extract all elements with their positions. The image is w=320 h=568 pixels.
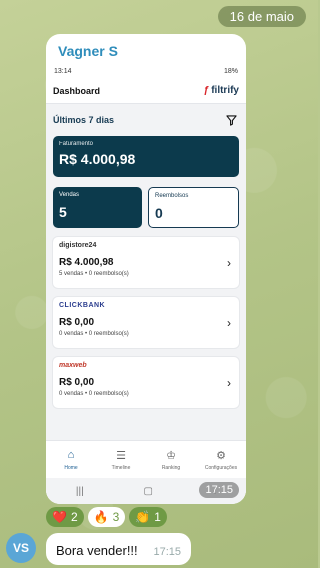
trophy-icon: ♔ bbox=[166, 449, 176, 462]
status-battery: 18% bbox=[223, 67, 238, 75]
platform-card-clickbank[interactable]: CLICKBANK R$ 0,00 0 vendas • 0 reembolso… bbox=[53, 297, 239, 348]
message-text: Bora vender!!! bbox=[56, 543, 138, 558]
nav-ranking[interactable]: ♔ Ranking bbox=[147, 449, 195, 471]
date-badge: 16 de maio bbox=[217, 6, 306, 27]
reaction-heart[interactable]: ❤️ 2 bbox=[46, 507, 84, 527]
platform-value: R$ 0,00 bbox=[59, 377, 95, 388]
reaction-clap[interactable]: 👏 1 bbox=[129, 507, 167, 527]
reaction-count: 2 bbox=[70, 510, 78, 524]
reaction-count: 3 bbox=[112, 510, 120, 524]
nav-settings[interactable]: ⚙ Configurações bbox=[197, 449, 245, 471]
gear-icon: ⚙ bbox=[216, 449, 226, 462]
home-icon: ⌂ bbox=[67, 448, 75, 461]
nav-home[interactable]: ⌂ Home bbox=[47, 449, 95, 471]
chevron-right-icon: › bbox=[227, 376, 231, 390]
chevron-right-icon: › bbox=[227, 316, 231, 330]
refunds-card: Reembolsos 0 bbox=[148, 187, 239, 228]
bottom-nav: ⌂ Home ☰ Timeline ♔ Ranking ⚙ Configuraç… bbox=[46, 440, 246, 478]
nav-timeline[interactable]: ☰ Timeline bbox=[97, 449, 145, 471]
platform-name: digistore24 bbox=[59, 242, 97, 249]
nav-label: Timeline bbox=[111, 464, 131, 471]
platform-name: CLICKBANK bbox=[59, 302, 106, 309]
platform-card-maxweb[interactable]: maxweb R$ 0,00 0 vendas • 0 reembolso(s)… bbox=[53, 357, 239, 408]
sales-value: 5 bbox=[59, 204, 67, 220]
reaction-count: 1 bbox=[154, 510, 161, 524]
refunds-value: 0 bbox=[155, 205, 163, 221]
text-message-bubble[interactable]: Bora vender!!! 17:15 bbox=[46, 533, 191, 565]
home-button-icon: ▢ bbox=[143, 485, 153, 497]
period-header: Últimos 7 dias bbox=[53, 104, 239, 136]
image-timestamp: 17:15 bbox=[199, 482, 239, 498]
revenue-label: Faturamento bbox=[59, 141, 94, 147]
sales-card: Vendas 5 bbox=[53, 187, 142, 228]
refunds-label: Reembolsos bbox=[155, 193, 189, 199]
nav-label: Configurações bbox=[204, 464, 238, 471]
clap-icon: 👏 bbox=[135, 510, 151, 524]
message-time: 17:15 bbox=[153, 546, 181, 558]
app-bar: Dashboard ƒ filtrify bbox=[46, 78, 246, 104]
platform-summary: 5 vendas • 0 reembolso(s) bbox=[59, 271, 129, 277]
nav-label: Home bbox=[64, 464, 78, 471]
period-label: Últimos 7 dias bbox=[53, 115, 115, 125]
status-bar: 13:14 18% bbox=[46, 64, 246, 78]
page-title: Dashboard bbox=[53, 85, 101, 96]
platform-card-digistore[interactable]: digistore24 R$ 4.000,98 5 vendas • 0 ree… bbox=[53, 237, 239, 288]
platform-summary: 0 vendas • 0 reembolso(s) bbox=[59, 331, 129, 337]
avatar[interactable]: VS bbox=[6, 533, 36, 563]
revenue-card: Faturamento R$ 4.000,98 bbox=[53, 136, 239, 177]
revenue-value: R$ 4.000,98 bbox=[59, 151, 136, 167]
platform-summary: 0 vendas • 0 reembolso(s) bbox=[59, 391, 129, 397]
reaction-fire[interactable]: 🔥 3 bbox=[87, 507, 126, 527]
list-icon: ☰ bbox=[116, 449, 126, 462]
logo-text: filtrify bbox=[211, 85, 239, 96]
nav-label: Ranking bbox=[161, 464, 181, 471]
filter-icon[interactable] bbox=[226, 114, 237, 126]
sender-name[interactable]: Vagner S bbox=[46, 34, 246, 64]
platform-name: maxweb bbox=[59, 362, 87, 369]
platform-value: R$ 0,00 bbox=[59, 317, 95, 328]
status-time: 13:14 bbox=[54, 67, 72, 75]
platform-value: R$ 4.000,98 bbox=[59, 257, 114, 268]
filter-logo-icon: ƒ bbox=[203, 85, 210, 96]
app-logo: ƒ filtrify bbox=[204, 85, 239, 96]
chevron-right-icon: › bbox=[227, 256, 231, 270]
recent-apps-icon: ||| bbox=[75, 485, 84, 497]
image-message-bubble[interactable]: Vagner S 13:14 18% Dashboard ƒ filtrify … bbox=[46, 34, 246, 504]
fire-icon: 🔥 bbox=[93, 510, 109, 524]
sales-label: Vendas bbox=[59, 192, 80, 198]
heart-icon: ❤️ bbox=[52, 510, 67, 524]
dashboard-screenshot[interactable]: 13:14 18% Dashboard ƒ filtrify Últimos 7… bbox=[46, 64, 246, 504]
reactions-bar: ❤️ 2 🔥 3 👏 1 bbox=[46, 507, 167, 527]
